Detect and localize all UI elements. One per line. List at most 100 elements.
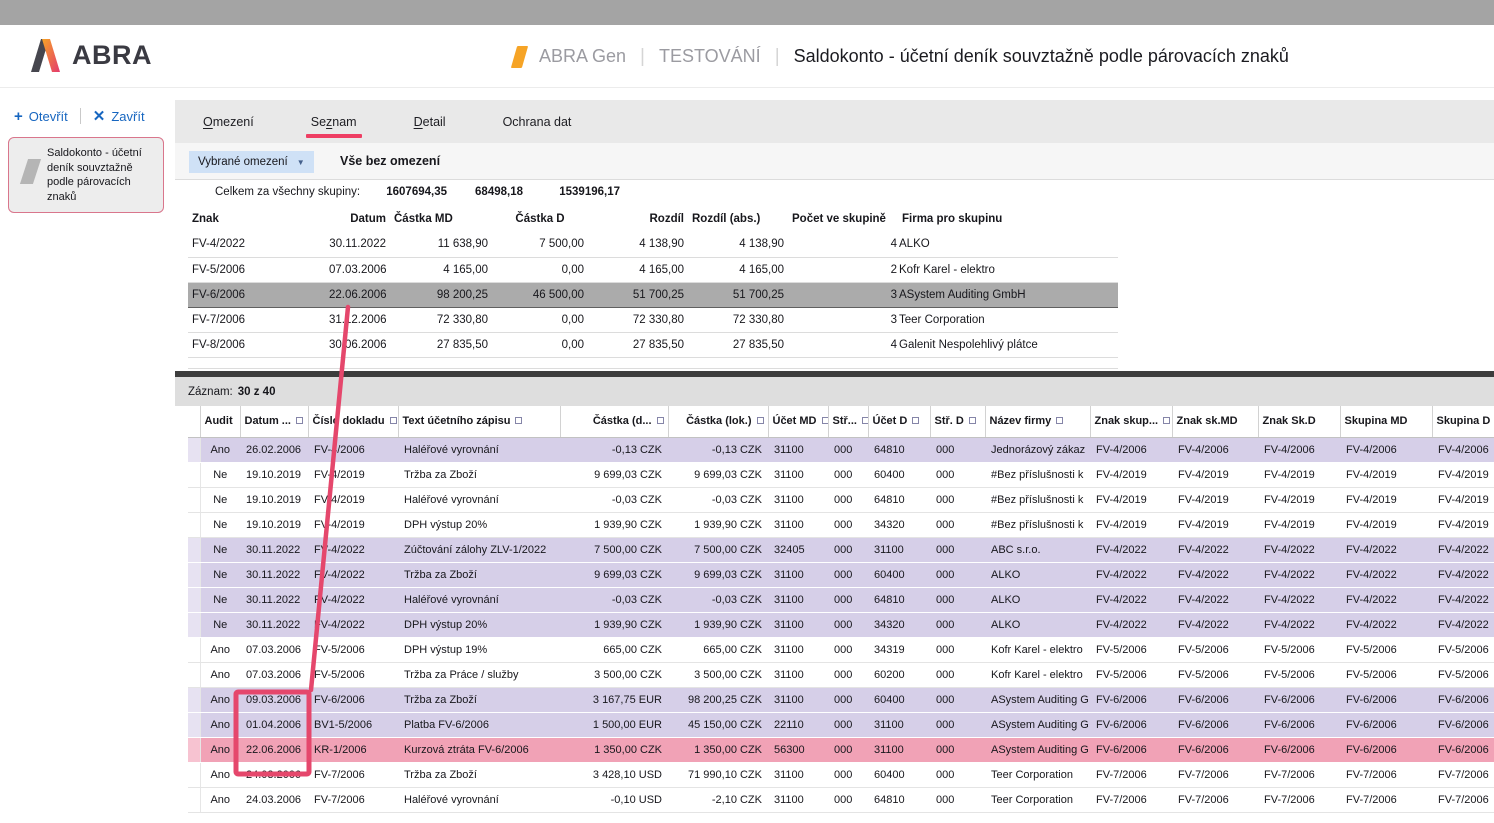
groups-column-header-stka-md[interactable]: Částka MD [390,206,492,232]
cell: FV-4/2022 [1172,537,1258,562]
groups-column-header-znak[interactable]: Znak [188,206,325,232]
detail-column-header-skupina-d[interactable]: Skupina D [1432,406,1494,437]
detail-row[interactable]: Ne30.11.2022FV-4/2022Zúčtování zálohy ZL… [188,537,1494,562]
cell: FV-4/2022 [1172,587,1258,612]
row-marker-column-header [188,406,200,437]
filter-box-icon[interactable] [515,417,522,424]
detail-row[interactable]: Ano07.03.2006FV-5/2006Tržba za Práce / s… [188,662,1494,687]
cell: FV-5/2006 [1258,662,1340,687]
detail-row[interactable]: Ne19.10.2019FV-4/2019Haléřové vyrovnání-… [188,487,1494,512]
detail-column-header-datum[interactable]: Datum ... [240,406,308,437]
groups-column-header-datum[interactable]: Datum [325,206,390,232]
column-header-label: Název firmy [990,415,1052,427]
filter-box-icon[interactable] [969,417,976,424]
detail-column-header-audit[interactable]: Audit [200,406,240,437]
filter-box-icon[interactable] [390,417,397,424]
cell: 000 [828,737,868,762]
groups-row-fv-6-2006[interactable]: FV-6/200622.06.200698 200,2546 500,0051 … [188,282,1118,307]
detail-column-header-n-zev-firmy[interactable]: Název firmy [985,406,1090,437]
detail-row[interactable]: Ne30.11.2022FV-4/2022Tržba za Zboží9 699… [188,562,1494,587]
detail-row[interactable]: Ne30.11.2022FV-4/2022Haléřové vyrovnání-… [188,587,1494,612]
detail-row[interactable]: Ne30.11.2022FV-4/2022DPH výstup 20%1 939… [188,612,1494,637]
detail-column-header-st[interactable]: Stř... [828,406,868,437]
detail-column-header-text-etn-ho-z-pisu[interactable]: Text účetního zápisu [398,406,560,437]
cell: 31100 [768,787,828,812]
detail-column-header-skupina-md[interactable]: Skupina MD [1340,406,1432,437]
open-agenda-card[interactable]: Saldokonto - účetní deník souvztažně pod… [8,137,164,213]
groups-row-fv-7-2006[interactable]: FV-7/200631.12.200672 330,800,0072 330,8… [188,307,1118,332]
cell: 7 500,00 [492,232,588,257]
cell: 71 990,10 CZK [668,762,768,787]
filter-box-icon[interactable] [822,417,828,424]
detail-row[interactable]: Ano26.02.2006FV-4/2006Haléřové vyrovnání… [188,437,1494,462]
cell: Ano [200,687,240,712]
filter-box-icon[interactable] [1163,417,1170,424]
restriction-dropdown[interactable]: Vybrané omezení ▼ [189,151,314,173]
row-marker [188,512,200,537]
cell: 4 [788,232,898,257]
filter-box-icon[interactable] [657,417,664,424]
groups-row-fv-5-2006[interactable]: FV-5/200607.03.20064 165,000,004 165,004… [188,257,1118,282]
cell: Ano [200,637,240,662]
detail-row[interactable]: Ano07.03.2006FV-5/2006DPH výstup 19%665,… [188,637,1494,662]
groups-row-fv-8-2006[interactable]: FV-8/200630.06.200627 835,500,0027 835,5… [188,332,1118,357]
groups-row-fv-4-2022[interactable]: FV-4/202230.11.202211 638,907 500,004 13… [188,232,1118,257]
detail-column-header-znak-sk-d[interactable]: Znak Sk.D [1258,406,1340,437]
cell: FV-4/2022 [1340,587,1432,612]
cell: ALKO [898,232,1118,257]
groups-column-header-po-et-ve-skupin[interactable]: Počet ve skupině [788,206,898,232]
detail-row[interactable]: Ne19.10.2019FV-4/2019DPH výstup 20%1 939… [188,512,1494,537]
detail-row[interactable]: Ano24.03.2006FV-7/2006Tržba za Zboží3 42… [188,762,1494,787]
open-button-label: Otevřít [29,109,68,124]
detail-column-header-slo-dokladu[interactable]: Číslo dokladu [308,406,398,437]
filter-box-icon[interactable] [296,417,303,424]
cell: FV-6/2006 [308,687,398,712]
cell: 30.11.2022 [240,587,308,612]
filter-box-icon[interactable] [862,417,868,424]
cell: Tržba za Zboží [398,762,560,787]
cell: 4 165,00 [688,257,788,282]
groups-column-header-rozd-l-abs[interactable]: Rozdíl (abs.) [688,206,788,232]
row-marker [188,662,200,687]
row-marker [188,487,200,512]
cell: Kofr Karel - elektro [898,257,1118,282]
filter-box-icon[interactable] [757,417,764,424]
cell: 4 138,90 [688,232,788,257]
detail-row[interactable]: Ano01.04.2006BV1-5/2006Platba FV-6/20061… [188,712,1494,737]
cell: 000 [828,562,868,587]
groups-column-header-rozd-l[interactable]: Rozdíl [588,206,688,232]
detail-column-header-stka-lok[interactable]: Částka (lok.) [668,406,768,437]
detail-column-header-stka-d[interactable]: Částka (d... [560,406,668,437]
cell: 0,00 [492,257,588,282]
tab-ochrana-dat[interactable]: Ochrana dat [500,102,575,142]
cell: 31100 [768,487,828,512]
cell: 000 [930,487,985,512]
tab-seznam[interactable]: Seznam [308,102,360,142]
groups-column-header-firma-pro-skupinu[interactable]: Firma pro skupinu [898,206,1118,232]
tab-detail[interactable]: Detail [411,102,449,142]
filter-box-icon[interactable] [1056,417,1063,424]
cell: DPH výstup 20% [398,512,560,537]
filter-box-icon[interactable] [912,417,919,424]
cell: FV-7/2006 [1258,762,1340,787]
groups-column-header-stka-d[interactable]: Částka D [492,206,588,232]
detail-column-header-et-md[interactable]: Účet MD [768,406,828,437]
cell: 34319 [868,637,930,662]
detail-column-header-st-d[interactable]: Stř. D [930,406,985,437]
tab-omezen[interactable]: Omezení [200,102,257,142]
cell: FV-4/2022 [1258,562,1340,587]
detail-row[interactable]: Ano09.03.2006FV-6/2006Tržba za Zboží3 16… [188,687,1494,712]
close-button[interactable]: ✕ Zavřít [93,109,145,124]
cell: FV-4/2019 [1340,462,1432,487]
detail-column-header-znak-sk-md[interactable]: Znak sk.MD [1172,406,1258,437]
cell: #Bez příslušnosti k [985,462,1090,487]
cell: Kofr Karel - elektro [985,662,1090,687]
cell: 9 699,03 CZK [668,562,768,587]
detail-column-header-znak-skup[interactable]: Znak skup... [1090,406,1172,437]
detail-row-selected[interactable]: Ano22.06.2006KR-1/2006Kurzová ztráta FV-… [188,737,1494,762]
open-button[interactable]: + Otevřít [14,109,68,124]
detail-row[interactable]: Ne19.10.2019FV-4/2019Tržba za Zboží9 699… [188,462,1494,487]
cell: 45 150,00 CZK [668,712,768,737]
detail-column-header-et-d[interactable]: Účet D [868,406,930,437]
detail-row[interactable]: Ano24.03.2006FV-7/2006Haléřové vyrovnání… [188,787,1494,812]
